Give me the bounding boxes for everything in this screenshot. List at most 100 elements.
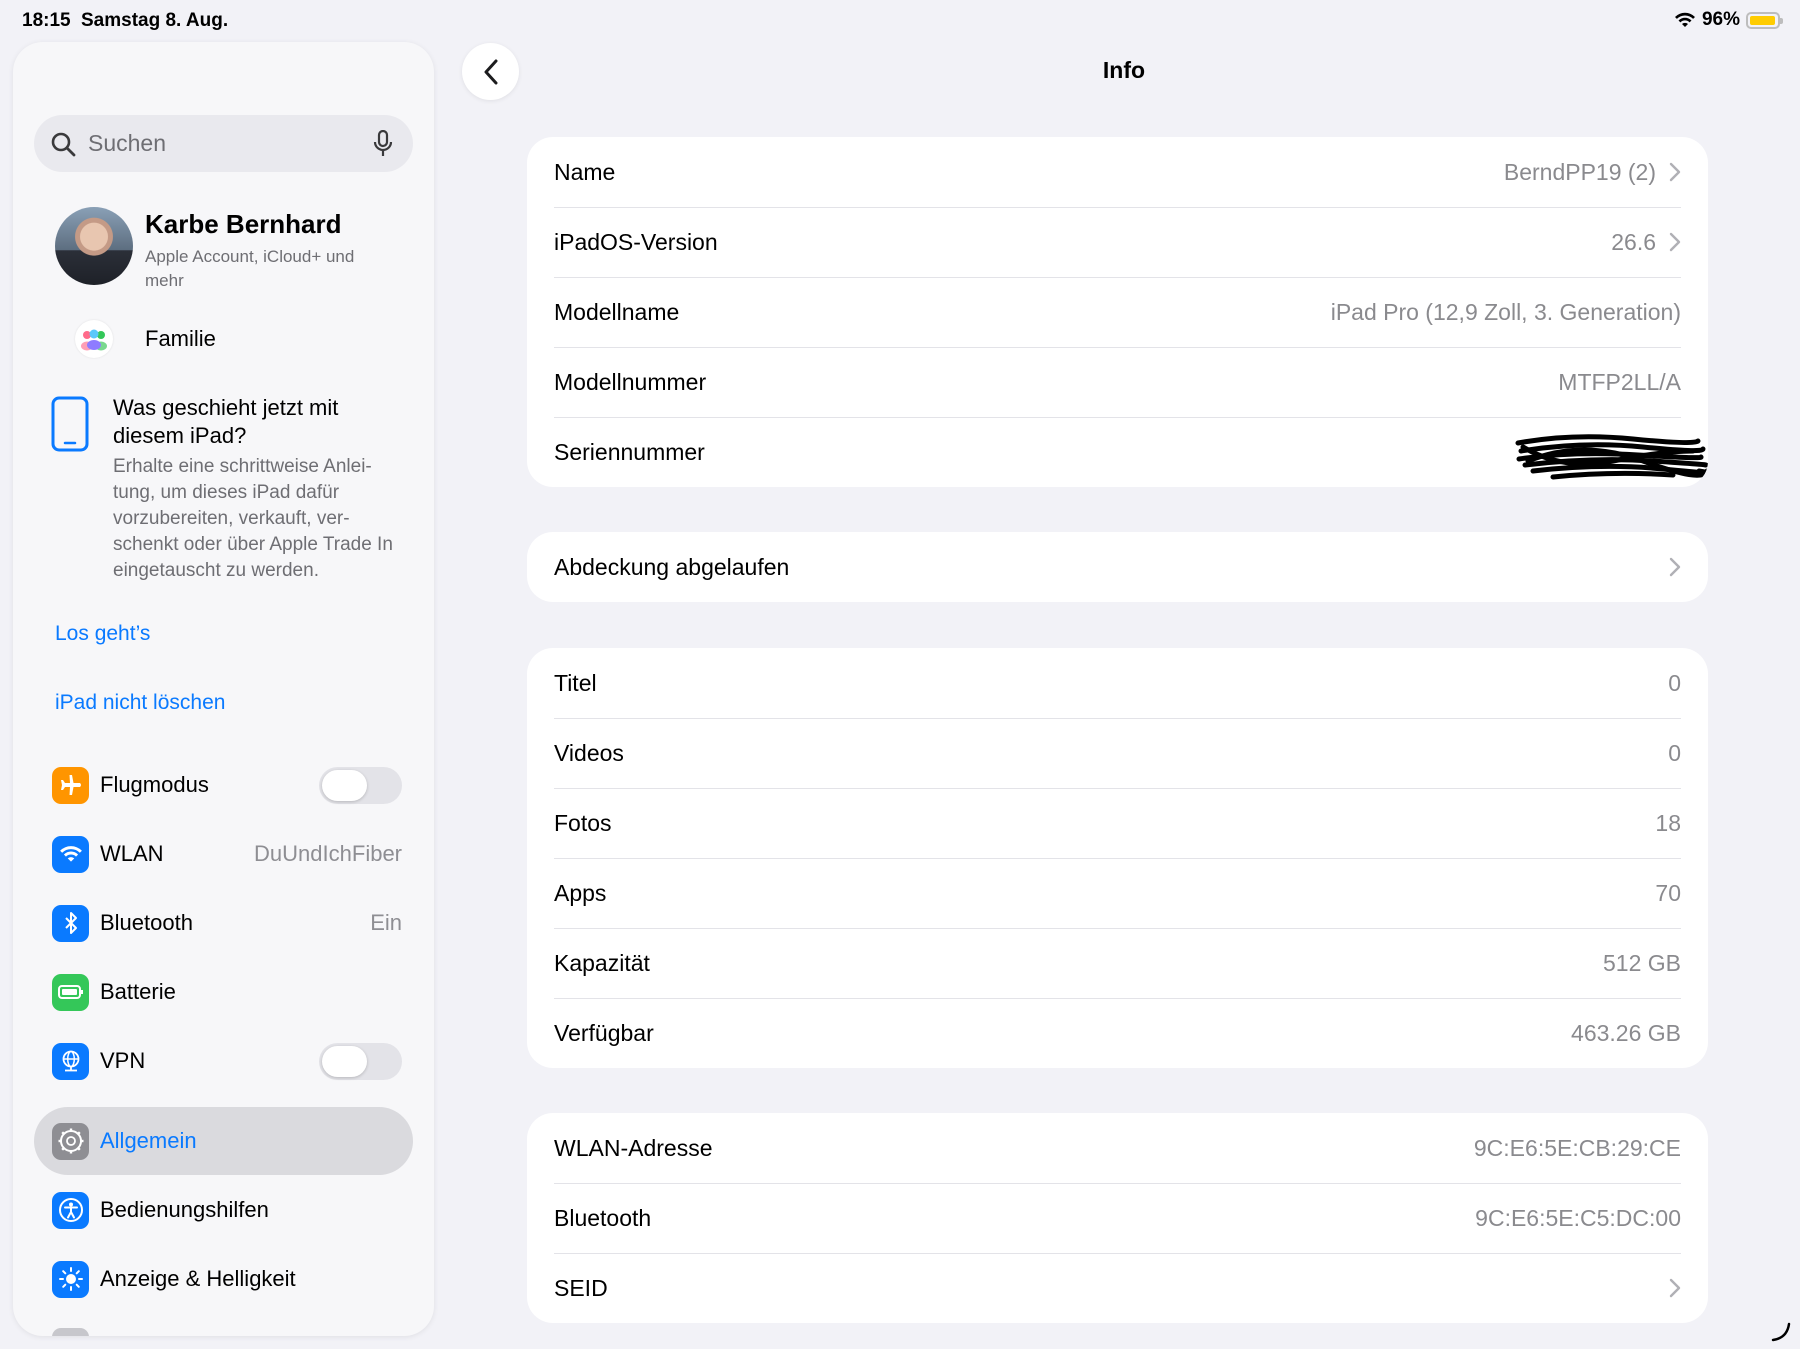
sidebar-item-airplane-mode[interactable]: Flugmodus: [52, 757, 412, 813]
chevron-right-icon: [1669, 162, 1681, 182]
row-label: iPadOS-Version: [554, 228, 718, 255]
sidebar-item-vpn[interactable]: VPN: [52, 1033, 412, 1089]
row-label: Videos: [554, 739, 624, 766]
airplane-icon: [52, 766, 89, 804]
capacity-row: Kapazität 512 GB: [527, 928, 1708, 998]
row-value: 0: [1668, 669, 1681, 696]
sidebar-item-wlan[interactable]: WLAN DuUndIchFiber: [52, 826, 412, 882]
sidebar-item-label: Anzeige & Helligkeit: [100, 1266, 296, 1291]
row-value: iPad Pro (12,9 Zoll, 3. Generation): [1330, 298, 1681, 325]
battery-fill: [1750, 15, 1775, 25]
row-label: WLAN-Adresse: [554, 1134, 713, 1161]
accessibility-icon: [52, 1191, 89, 1229]
chevron-right-icon: [1669, 557, 1681, 577]
row-value: 26.6: [1611, 228, 1656, 255]
bluetooth-value: Ein: [370, 910, 402, 935]
row-label: Verfügbar: [554, 1019, 654, 1046]
chevron-right-icon: [1669, 1278, 1681, 1298]
row-label: Modellnummer: [554, 368, 707, 395]
videos-row: Videos 0: [527, 718, 1708, 788]
row-value: MTFP2LL/A: [1558, 368, 1681, 395]
row-label: Abdeckung abgelaufen: [554, 553, 790, 580]
battery-icon: [52, 973, 89, 1011]
vpn-toggle[interactable]: [319, 1042, 402, 1080]
row-value: 18: [1655, 809, 1681, 836]
resize-corner-icon[interactable]: [1770, 1321, 1792, 1343]
search-icon: [51, 132, 76, 156]
status-time: 18:15: [22, 10, 71, 31]
account-profile[interactable]: Karbe Bernhard Apple Account, iCloud+ un…: [55, 207, 415, 297]
status-right: 96%: [1674, 9, 1783, 31]
sidebar-item-label: Allgemein: [100, 1128, 197, 1153]
storage-group: Titel 0 Videos 0 Fotos 18 Apps 70 Kapazi…: [527, 648, 1708, 1068]
do-not-erase-link[interactable]: iPad nicht löschen: [55, 691, 225, 715]
sidebar-item-label: VPN: [100, 1048, 146, 1073]
serial-number-row: Seriennummer: [527, 417, 1708, 487]
row-label: Titel: [554, 669, 597, 696]
microphone-icon[interactable]: [373, 130, 393, 158]
sidebar-item-label: Bedienungshilfen: [100, 1197, 269, 1222]
search-field[interactable]: [34, 115, 413, 172]
seid-row[interactable]: SEID: [527, 1253, 1708, 1323]
profile-subtitle: Apple Account, iCloud+ und mehr: [145, 247, 355, 290]
name-row[interactable]: Name BerndPP19 (2): [527, 137, 1708, 207]
row-label: Apps: [554, 879, 607, 906]
search-input[interactable]: [86, 129, 360, 158]
redaction-scribble: [1515, 434, 1708, 480]
apps-row: Apps 70: [527, 858, 1708, 928]
coverage-expired-row[interactable]: Abdeckung abgelaufen: [527, 532, 1708, 602]
available-row: Verfügbar 463.26 GB: [527, 998, 1708, 1068]
get-started-link[interactable]: Los geht’s: [55, 622, 150, 646]
sidebar-item-display[interactable]: Anzeige & Helligkeit: [52, 1251, 412, 1307]
bluetooth-icon: [52, 904, 89, 942]
next-item-icon-partial: [52, 1328, 89, 1336]
row-value: 463.26 GB: [1571, 1019, 1681, 1046]
model-name-row: Modellname iPad Pro (12,9 Zoll, 3. Gener…: [527, 277, 1708, 347]
photos-row: Fotos 18: [527, 788, 1708, 858]
row-label: Name: [554, 158, 616, 185]
avatar: [55, 207, 133, 285]
family-icon: [75, 320, 113, 358]
ipad-icon: [51, 396, 89, 452]
family-item[interactable]: Familie: [75, 317, 216, 361]
chevron-left-icon: [484, 59, 497, 84]
row-label: Seriennummer: [554, 438, 705, 465]
wlan-address-row: WLAN-Adresse 9C:E6:5E:CB:29:CE: [527, 1113, 1708, 1183]
row-value: 9C:E6:5E:CB:29:CE: [1473, 1134, 1681, 1161]
sidebar-item-label: Flugmodus: [100, 772, 209, 797]
row-value: 9C:E6:5E:C5:DC:00: [1475, 1204, 1681, 1231]
sidebar-item-label: Bluetooth: [100, 910, 193, 935]
row-value: 0: [1668, 739, 1681, 766]
chevron-right-icon: [1669, 232, 1681, 252]
sidebar-item-battery[interactable]: Batterie: [52, 964, 412, 1020]
row-label: Modellname: [554, 298, 680, 325]
sidebar-item-general[interactable]: Allgemein: [52, 1113, 412, 1169]
row-value: 70: [1655, 879, 1681, 906]
row-label: Kapazität: [554, 949, 650, 976]
row-label: Fotos: [554, 809, 612, 836]
sidebar-item-accessibility[interactable]: Bedienungshilfen: [52, 1182, 412, 1238]
wifi-icon: [52, 835, 89, 873]
sidebar-item-label: Batterie: [100, 979, 176, 1004]
brightness-icon: [52, 1260, 89, 1298]
battery-icon: [1746, 11, 1783, 29]
back-button[interactable]: [462, 43, 519, 100]
row-value: BerndPP19 (2): [1503, 158, 1656, 185]
wifi-status-icon: [1674, 12, 1695, 27]
wlan-network-value: DuUndIchFiber: [254, 841, 402, 866]
gear-icon: [52, 1122, 89, 1160]
songs-row: Titel 0: [527, 648, 1708, 718]
sidebar-item-bluetooth[interactable]: Bluetooth Ein: [52, 895, 412, 951]
coverage-group: Abdeckung abgelaufen: [527, 532, 1708, 602]
row-value: 512 GB: [1603, 949, 1681, 976]
row-label: SEID: [554, 1274, 608, 1301]
network-group: WLAN-Adresse 9C:E6:5E:CB:29:CE Bluetooth…: [527, 1113, 1708, 1323]
airplane-mode-toggle[interactable]: [319, 766, 402, 804]
promo-title: Was geschieht jetzt mit diesem iPad?: [113, 395, 339, 448]
battery-percent: 96%: [1701, 9, 1740, 30]
model-number-row: Modellnummer MTFP2LL/A: [527, 347, 1708, 417]
page-title: Info: [1102, 57, 1146, 83]
status-date: Samstag 8. Aug.: [81, 10, 229, 31]
row-label: Bluetooth: [554, 1204, 652, 1231]
ipados-version-row[interactable]: iPadOS-Version 26.6: [527, 207, 1708, 277]
